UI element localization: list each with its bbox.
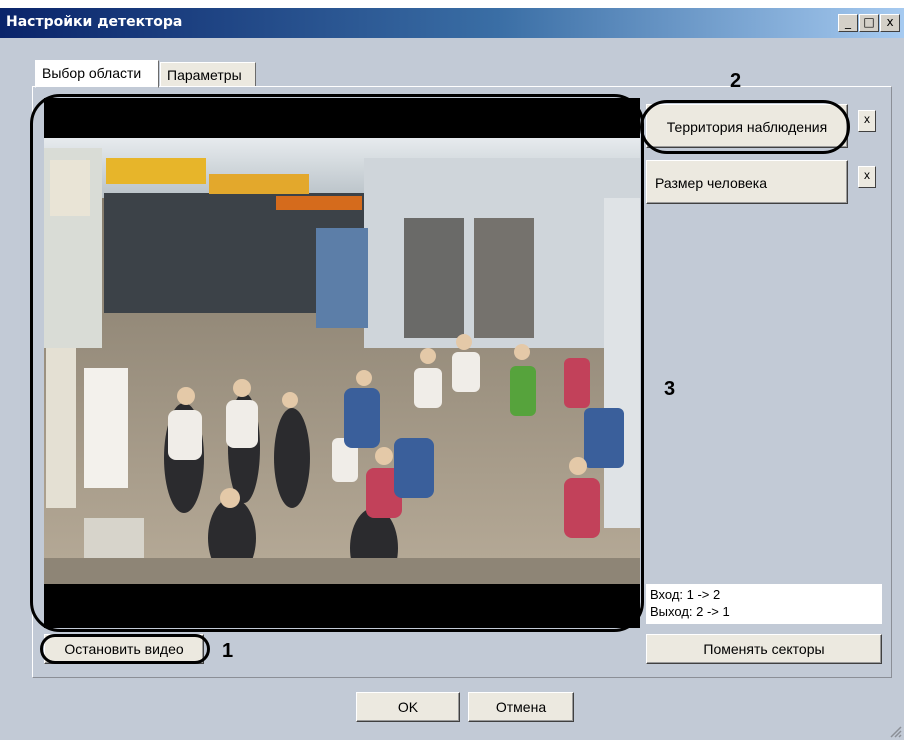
close-button[interactable]: x bbox=[880, 14, 900, 32]
exit-direction-text: Выход: 2 -> 1 bbox=[650, 604, 730, 619]
entry-direction-text: Вход: 1 -> 2 bbox=[650, 587, 721, 602]
zone-button-observation-area[interactable]: Территория наблюдения bbox=[646, 104, 848, 148]
remove-observation-area-button[interactable]: x bbox=[858, 110, 876, 132]
maximize-button[interactable]: □ bbox=[859, 14, 879, 32]
swap-sectors-button[interactable]: Поменять секторы bbox=[646, 634, 882, 664]
cancel-button[interactable]: Отмена bbox=[468, 692, 574, 722]
airport-scene-image bbox=[44, 138, 640, 584]
minimize-button[interactable]: _ bbox=[838, 14, 858, 32]
annotation-3: 3 bbox=[664, 378, 676, 400]
tab-parameters[interactable]: Параметры bbox=[160, 62, 256, 88]
title-bar[interactable]: Настройки детектора _ □ x bbox=[0, 8, 904, 38]
camera-frame-image[interactable] bbox=[44, 138, 640, 584]
tab-area-selection[interactable]: Выбор области bbox=[35, 60, 159, 88]
window-title: Настройки детектора bbox=[6, 14, 183, 30]
zone-button-person-size[interactable]: Размер человека bbox=[646, 160, 848, 204]
resize-grip-icon[interactable] bbox=[888, 724, 902, 738]
annotation-1: 1 bbox=[222, 640, 234, 662]
annotation-2: 2 bbox=[730, 70, 742, 92]
stop-video-button[interactable]: Остановить видео bbox=[44, 634, 204, 664]
sector-direction-info: Вход: 1 -> 2 Выход: 2 -> 1 bbox=[646, 584, 882, 624]
remove-person-size-button[interactable]: x bbox=[858, 166, 876, 188]
ok-button[interactable]: OK bbox=[356, 692, 460, 722]
